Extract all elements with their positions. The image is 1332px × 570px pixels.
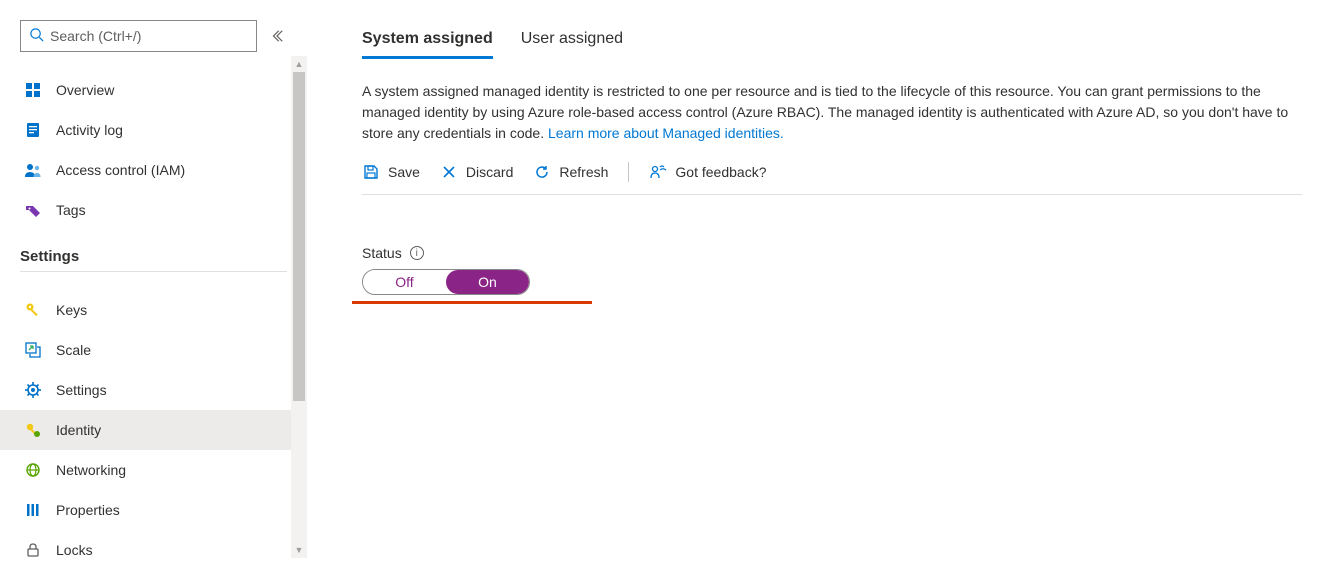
access-control-icon <box>24 161 42 179</box>
properties-icon <box>24 501 42 519</box>
nav-label: Overview <box>56 82 114 98</box>
toolbar: Save Discard Refresh Got feedback? <box>362 162 1302 195</box>
feedback-icon <box>649 163 667 181</box>
refresh-button[interactable]: Refresh <box>533 163 608 181</box>
overview-icon <box>24 81 42 99</box>
scroll-down-arrow[interactable]: ▼ <box>291 542 307 558</box>
tab-system-assigned[interactable]: System assigned <box>362 30 493 59</box>
info-icon[interactable]: i <box>410 246 424 260</box>
sidebar-item-tags[interactable]: Tags <box>0 190 307 230</box>
networking-icon <box>24 461 42 479</box>
status-label: Status <box>362 245 402 261</box>
search-box[interactable] <box>20 20 257 52</box>
sidebar-item-scale[interactable]: Scale <box>0 330 307 370</box>
locks-icon <box>24 541 42 559</box>
sidebar-item-settings[interactable]: Settings <box>0 370 307 410</box>
tabs: System assigned User assigned <box>362 30 1302 59</box>
discard-label: Discard <box>466 164 513 180</box>
learn-more-link[interactable]: Learn more about Managed identities. <box>548 125 784 141</box>
sidebar-settings-header: Settings <box>20 248 307 265</box>
search-icon <box>29 27 44 45</box>
divider <box>20 271 287 272</box>
refresh-icon <box>533 163 551 181</box>
scroll-thumb[interactable] <box>293 72 305 401</box>
discard-button[interactable]: Discard <box>440 163 513 181</box>
collapse-sidebar-button[interactable] <box>267 26 287 46</box>
feedback-button[interactable]: Got feedback? <box>649 163 766 181</box>
sidebar-item-overview[interactable]: Overview <box>0 70 307 110</box>
sidebar-item-networking[interactable]: Networking <box>0 450 307 490</box>
scroll-track[interactable] <box>291 72 307 542</box>
sidebar-item-keys[interactable]: Keys <box>0 290 307 330</box>
status-toggle-off[interactable]: Off <box>363 270 446 294</box>
identity-description: A system assigned managed identity is re… <box>362 81 1302 144</box>
sidebar: Overview Activity log Access control (IA… <box>0 0 307 558</box>
tags-icon <box>24 201 42 219</box>
sidebar-item-locks[interactable]: Locks <box>0 530 307 570</box>
nav-label: Scale <box>56 342 91 358</box>
nav-label: Settings <box>56 382 107 398</box>
nav-label: Access control (IAM) <box>56 162 185 178</box>
refresh-label: Refresh <box>559 164 608 180</box>
save-button[interactable]: Save <box>362 163 420 181</box>
identity-icon <box>24 421 42 439</box>
save-icon <box>362 163 380 181</box>
feedback-label: Got feedback? <box>675 164 766 180</box>
status-toggle[interactable]: Off On <box>362 269 530 295</box>
sidebar-item-properties[interactable]: Properties <box>0 490 307 530</box>
nav-label: Networking <box>56 462 126 478</box>
main-content: System assigned User assigned A system a… <box>307 0 1332 558</box>
nav-main: Overview Activity log Access control (IA… <box>20 70 307 230</box>
keys-icon <box>24 301 42 319</box>
search-input[interactable] <box>50 28 248 44</box>
scale-icon <box>24 341 42 359</box>
nav-label: Activity log <box>56 122 123 138</box>
scroll-up-arrow[interactable]: ▲ <box>291 56 307 72</box>
sidebar-item-access-control[interactable]: Access control (IAM) <box>0 150 307 190</box>
description-text: A system assigned managed identity is re… <box>362 83 1288 141</box>
activity-log-icon <box>24 121 42 139</box>
discard-icon <box>440 163 458 181</box>
status-label-row: Status i <box>362 245 1302 261</box>
sidebar-item-activity-log[interactable]: Activity log <box>0 110 307 150</box>
status-block: Status i Off On <box>362 245 1302 304</box>
nav-label: Identity <box>56 422 101 438</box>
nav-label: Locks <box>56 542 93 558</box>
save-label: Save <box>388 164 420 180</box>
nav-label: Properties <box>56 502 120 518</box>
sidebar-scrollbar[interactable]: ▲ ▼ <box>291 56 307 558</box>
nav-settings: Keys Scale Settings Identity Networking <box>20 290 307 570</box>
sidebar-item-identity[interactable]: Identity <box>0 410 307 450</box>
status-toggle-on[interactable]: On <box>446 270 529 294</box>
tab-user-assigned[interactable]: User assigned <box>521 30 623 59</box>
nav-label: Tags <box>56 202 86 218</box>
search-row <box>20 20 307 52</box>
nav-label: Keys <box>56 302 87 318</box>
toolbar-separator <box>628 162 629 182</box>
settings-icon <box>24 381 42 399</box>
annotation-underline <box>352 301 592 304</box>
